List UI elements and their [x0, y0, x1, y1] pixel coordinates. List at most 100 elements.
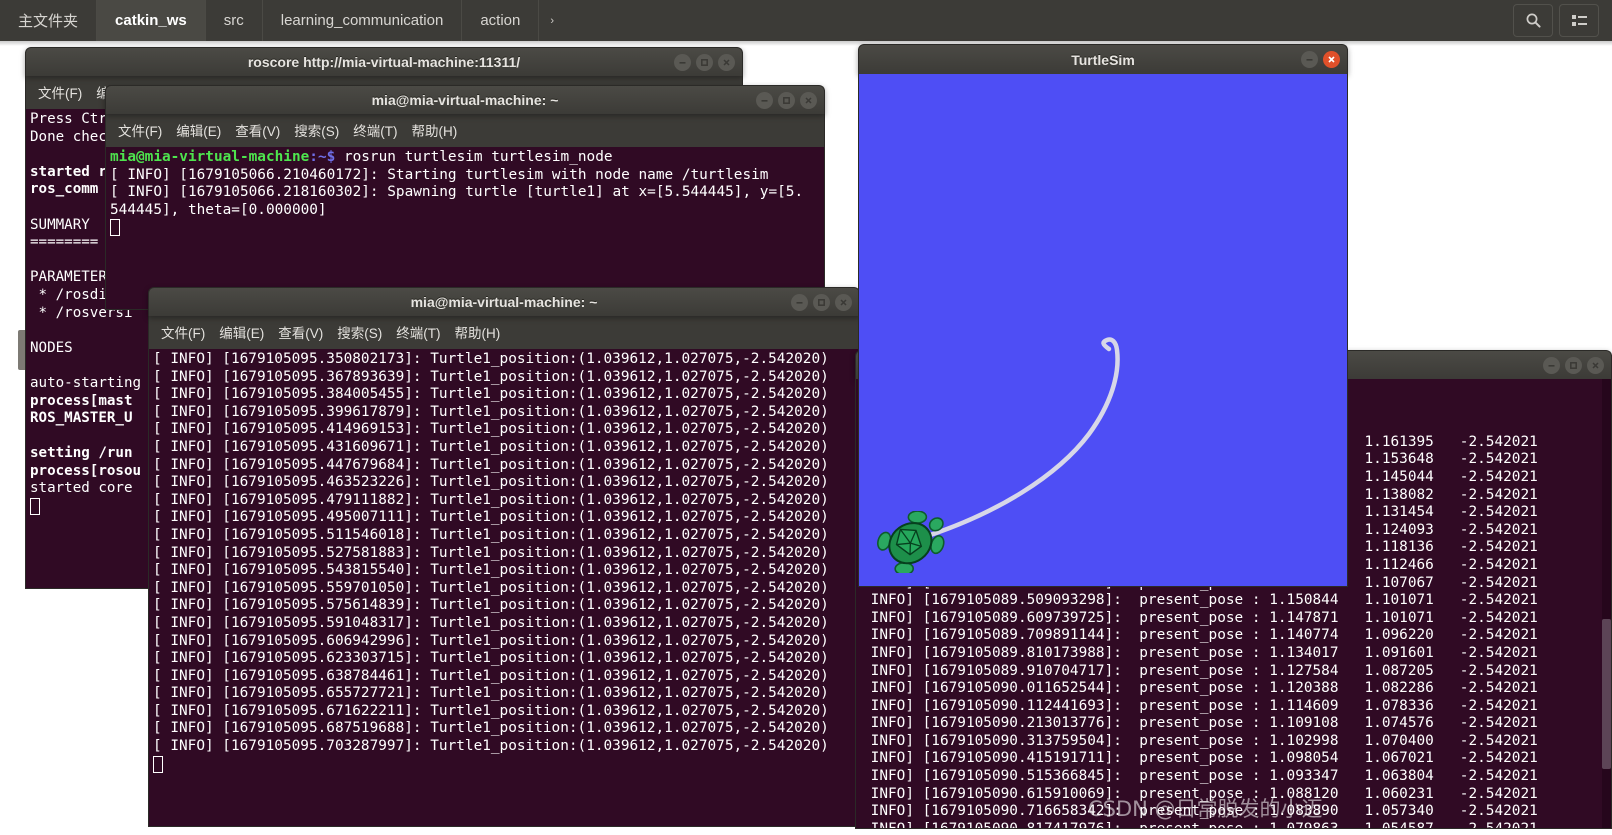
- terminal-line: [ INFO] [1679105095.463523226]: Turtle1_…: [153, 474, 829, 491]
- terminal-line: [ INFO] [1679105095.479111882]: Turtle1_…: [153, 491, 829, 508]
- titlebar-roscore[interactable]: roscore http://mia-virtual-machine:11311…: [25, 47, 743, 76]
- terminal-line: [ INFO] [1679105095.384005455]: Turtle1_…: [153, 386, 829, 403]
- terminal-line: [ INFO] [1679105095.559701050]: Turtle1_…: [153, 579, 829, 596]
- minimize-button[interactable]: [1301, 50, 1318, 68]
- terminal-line: [ INFO] [1679105095.638784461]: Turtle1_…: [153, 667, 829, 684]
- breadcrumb-home[interactable]: 主文件夹: [0, 0, 98, 41]
- close-button[interactable]: [1323, 50, 1340, 68]
- window-controls: [756, 86, 817, 114]
- minimize-button[interactable]: [674, 53, 691, 71]
- search-button[interactable]: [1513, 4, 1553, 37]
- menu-file[interactable]: 文件(F): [161, 322, 205, 342]
- menu-search[interactable]: 搜索(S): [294, 120, 339, 140]
- terminal-line: INFO] [1679105090.615910069]: present_po…: [862, 785, 1538, 802]
- terminal-line: 544445], theta=[0.000000]: [110, 201, 327, 218]
- maximize-button[interactable]: [778, 91, 795, 109]
- terminal-line: INFO] [1679105089.509093298]: present_po…: [862, 592, 1538, 609]
- breadcrumb-label: action: [480, 12, 521, 29]
- menubar-turtlesim-node-terminal: 文件(F) 编辑(E) 查看(V) 搜索(S) 终端(T) 帮助(H): [105, 114, 825, 147]
- menu-view[interactable]: 查看(V): [278, 322, 323, 342]
- minimize-button[interactable]: [1543, 356, 1560, 374]
- menu-search[interactable]: 搜索(S): [337, 322, 382, 342]
- terminal-line: [ INFO] [1679105095.655727721]: Turtle1_…: [153, 685, 829, 702]
- menu-terminal[interactable]: 终端(T): [353, 120, 397, 140]
- breadcrumb-src[interactable]: src: [206, 0, 263, 41]
- maximize-button[interactable]: [696, 53, 713, 71]
- close-icon: [840, 298, 847, 306]
- turtlesim-canvas[interactable]: [858, 74, 1348, 587]
- maximize-icon: [783, 96, 790, 104]
- close-button[interactable]: [1587, 356, 1604, 374]
- list-view-icon: [1571, 13, 1588, 29]
- menu-edit[interactable]: 编辑(E): [176, 120, 221, 140]
- menu-file[interactable]: 文件(F): [38, 82, 82, 102]
- titlebar-turtlesim[interactable]: TurtleSim: [858, 44, 1348, 74]
- minimize-icon: [1306, 58, 1313, 61]
- terminal-cursor: [30, 498, 40, 516]
- breadcrumb-catkin-ws[interactable]: catkin_ws: [97, 0, 206, 41]
- terminal-line: mia@mia-virtual-machine:~$ rosrun turtle…: [110, 149, 613, 165]
- minimize-icon: [679, 61, 686, 64]
- titlebar-position-terminal[interactable]: mia@mia-virtual-machine: ~: [148, 287, 860, 316]
- terminal-line: [ INFO] [1679105066.210460172]: Starting…: [110, 166, 769, 183]
- close-button[interactable]: [800, 91, 817, 109]
- breadcrumb-label: catkin_ws: [115, 12, 187, 29]
- window-turtlesim-node-terminal[interactable]: mia@mia-virtual-machine: ~ 文件(F) 编辑(E) 查…: [105, 85, 825, 310]
- menu-view[interactable]: 查看(V): [235, 120, 280, 140]
- window-controls: [791, 288, 852, 316]
- menu-edit[interactable]: 编辑(E): [219, 322, 264, 342]
- close-icon: [1328, 55, 1335, 63]
- terminal-line: [153, 755, 859, 774]
- terminal-line: INFO] [1679105089.709891144]: present_po…: [862, 627, 1538, 644]
- breadcrumb-action[interactable]: action: [462, 0, 540, 41]
- minimize-button[interactable]: [756, 91, 773, 109]
- window-turtlesim[interactable]: TurtleSim: [858, 44, 1348, 587]
- terminal-cursor: [110, 219, 120, 237]
- terminal-output-position[interactable]: [ INFO] [1679105095.350802173]: Turtle1_…: [148, 349, 860, 827]
- scrollbar-thumb[interactable]: [1602, 619, 1611, 769]
- breadcrumb-overflow-arrow[interactable]: ›: [539, 0, 565, 41]
- close-button[interactable]: [718, 53, 735, 71]
- terminal-line: [ INFO] [1679105095.414969153]: Turtle1_…: [153, 421, 829, 438]
- terminal-line: INFO] [1679105089.609739725]: present_po…: [862, 609, 1538, 626]
- breadcrumb-label: learning_communication: [280, 12, 444, 29]
- terminal-line: [ INFO] [1679105095.447679684]: Turtle1_…: [153, 456, 829, 473]
- window-title: mia@mia-virtual-machine: ~: [410, 294, 598, 310]
- turtle-sprite: [877, 511, 945, 573]
- maximize-button[interactable]: [1565, 356, 1582, 374]
- view-options-button[interactable]: [1559, 4, 1599, 37]
- terminal-line: [ INFO] [1679105095.431609671]: Turtle1_…: [153, 438, 829, 455]
- terminal-line: [ INFO] [1679105095.623303715]: Turtle1_…: [153, 650, 829, 667]
- terminal-line: [ INFO] [1679105095.527581883]: Turtle1_…: [153, 544, 829, 561]
- menu-file[interactable]: 文件(F): [118, 120, 162, 140]
- terminal-line: [110, 219, 824, 237]
- terminal-line: INFO] [1679105090.817417976]: present_po…: [862, 820, 1538, 829]
- terminal-output-turtlesim-node[interactable]: mia@mia-virtual-machine:~$ rosrun turtle…: [105, 147, 825, 310]
- menu-help[interactable]: 帮助(H): [412, 120, 458, 140]
- minimize-icon: [1548, 364, 1555, 367]
- menu-terminal[interactable]: 终端(T): [396, 322, 440, 342]
- titlebar-turtlesim-node-terminal[interactable]: mia@mia-virtual-machine: ~: [105, 85, 825, 114]
- maximize-icon: [701, 58, 708, 66]
- close-button[interactable]: [835, 293, 852, 311]
- terminal-line: INFO] [1679105090.515366845]: present_po…: [862, 768, 1538, 785]
- terminal-line: INFO] [1679105090.415191711]: present_po…: [862, 750, 1538, 767]
- window-position-terminal[interactable]: mia@mia-virtual-machine: ~ 文件(F) 编辑(E) 查…: [148, 287, 860, 827]
- terminal-cursor: [153, 755, 163, 773]
- chevron-right-icon: ›: [550, 14, 555, 27]
- terminal-line: [ INFO] [1679105095.350802173]: Turtle1_…: [153, 351, 829, 367]
- terminal-line: INFO] [1679105090.213013776]: present_po…: [862, 715, 1538, 732]
- maximize-button[interactable]: [813, 293, 830, 311]
- breadcrumb-learning-communication[interactable]: learning_communication: [263, 0, 463, 41]
- search-icon: [1525, 12, 1542, 29]
- toolbar-right-group: [1510, 0, 1612, 41]
- minimize-button[interactable]: [791, 293, 808, 311]
- close-icon: [1592, 361, 1599, 369]
- topbar-shadow: [0, 41, 1612, 46]
- window-title: mia@mia-virtual-machine: ~: [371, 92, 559, 108]
- menu-help[interactable]: 帮助(H): [455, 322, 501, 342]
- terminal-line: [ INFO] [1679105095.687519688]: Turtle1_…: [153, 720, 829, 737]
- terminal-line: [ INFO] [1679105095.703287997]: Turtle1_…: [153, 738, 829, 755]
- terminal-scrollbar[interactable]: [1602, 379, 1611, 828]
